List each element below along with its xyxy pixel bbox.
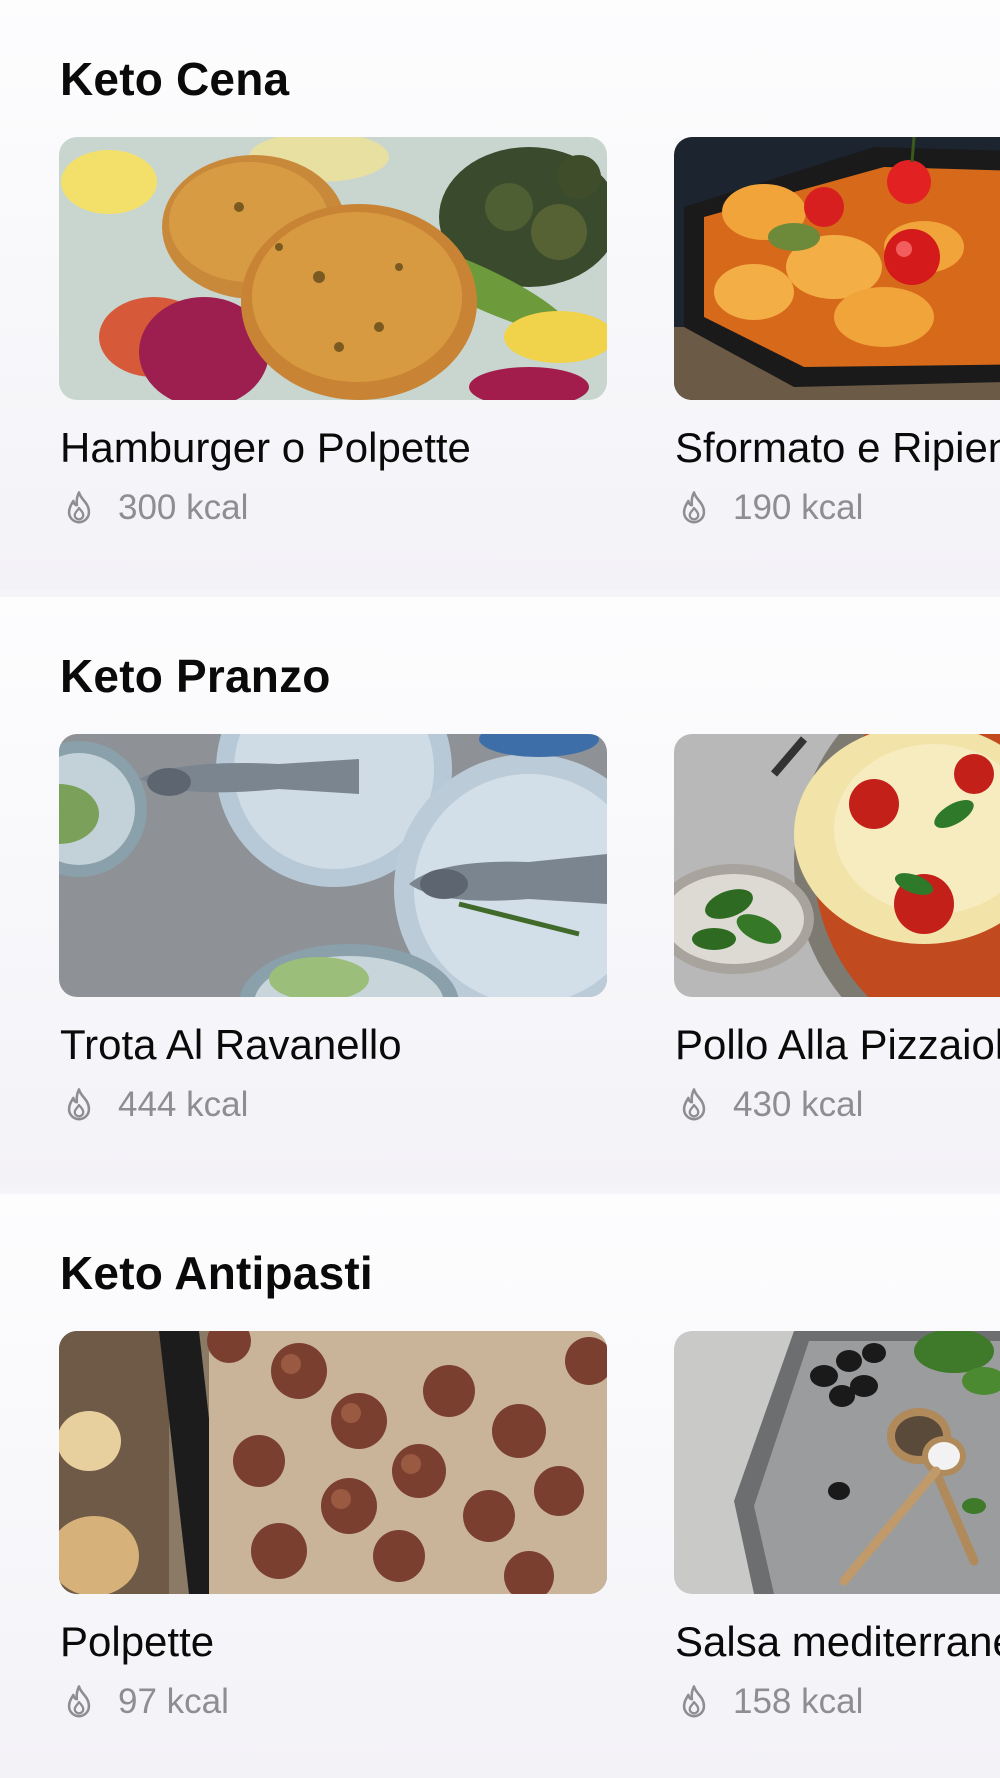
- calories-value: 300 kcal: [118, 488, 249, 527]
- flame-icon: [67, 491, 91, 524]
- recipe-title: Pollo Alla Pizzaiola: [675, 1021, 1000, 1068]
- calories-row: 300 kcal: [59, 488, 607, 528]
- recipe-card-polpette[interactable]: Polpette 97 kcal: [59, 1331, 607, 1722]
- section-title: Keto Antipasti: [60, 1247, 373, 1299]
- recipe-card-pollo[interactable]: Pollo Alla Pizzaiola 430 kcal: [674, 734, 1000, 1125]
- recipe-title: Hamburger o Polpette: [60, 424, 471, 471]
- flame-icon: [682, 1685, 706, 1718]
- recipe-title: Trota Al Ravanello: [60, 1021, 402, 1068]
- recipe-image: [59, 137, 607, 400]
- calories-value: 97 kcal: [118, 1682, 229, 1721]
- recipe-card-sformato[interactable]: Sformato e Ripieni 190 kcal: [674, 137, 1000, 528]
- calories-row: 158 kcal: [674, 1682, 1000, 1722]
- recipe-image: [59, 734, 607, 997]
- recipe-title: Sformato e Ripieni: [675, 424, 1000, 471]
- calories-value: 430 kcal: [733, 1085, 864, 1124]
- recipe-card-hamburger[interactable]: Hamburger o Polpette 300 kcal: [59, 137, 607, 528]
- section-title: Keto Cena: [60, 53, 290, 105]
- section-keto-pranzo: Keto Pranzo Trota Al Ravanello 444 kcal …: [0, 597, 1000, 1187]
- flame-icon: [682, 1088, 706, 1121]
- recipe-title: Salsa mediterranea: [675, 1618, 1000, 1665]
- section-title: Keto Pranzo: [60, 650, 331, 702]
- calories-row: 430 kcal: [674, 1085, 1000, 1125]
- recipe-image: [674, 137, 1000, 400]
- recipe-image: [674, 734, 1000, 997]
- section-keto-cena: Keto Cena Hamburger o Polpette 300 kcal …: [0, 0, 1000, 590]
- calories-value: 444 kcal: [118, 1085, 249, 1124]
- recipe-card-trota[interactable]: Trota Al Ravanello 444 kcal: [59, 734, 607, 1125]
- recipe-card-salsa[interactable]: Salsa mediterranea 158 kcal: [674, 1331, 1000, 1722]
- calories-row: 444 kcal: [59, 1085, 607, 1125]
- calories-row: 97 kcal: [59, 1682, 607, 1722]
- flame-icon: [682, 491, 706, 524]
- flame-icon: [67, 1685, 91, 1718]
- section-keto-antipasti: Keto Antipasti Polpette 97 kcal Salsa me…: [0, 1194, 1000, 1778]
- flame-icon: [67, 1088, 91, 1121]
- recipe-image: [59, 1331, 607, 1594]
- recipe-image: [674, 1331, 1000, 1594]
- calories-row: 190 kcal: [674, 488, 1000, 528]
- calories-value: 190 kcal: [733, 488, 864, 527]
- calories-value: 158 kcal: [733, 1682, 864, 1721]
- recipe-title: Polpette: [60, 1618, 215, 1665]
